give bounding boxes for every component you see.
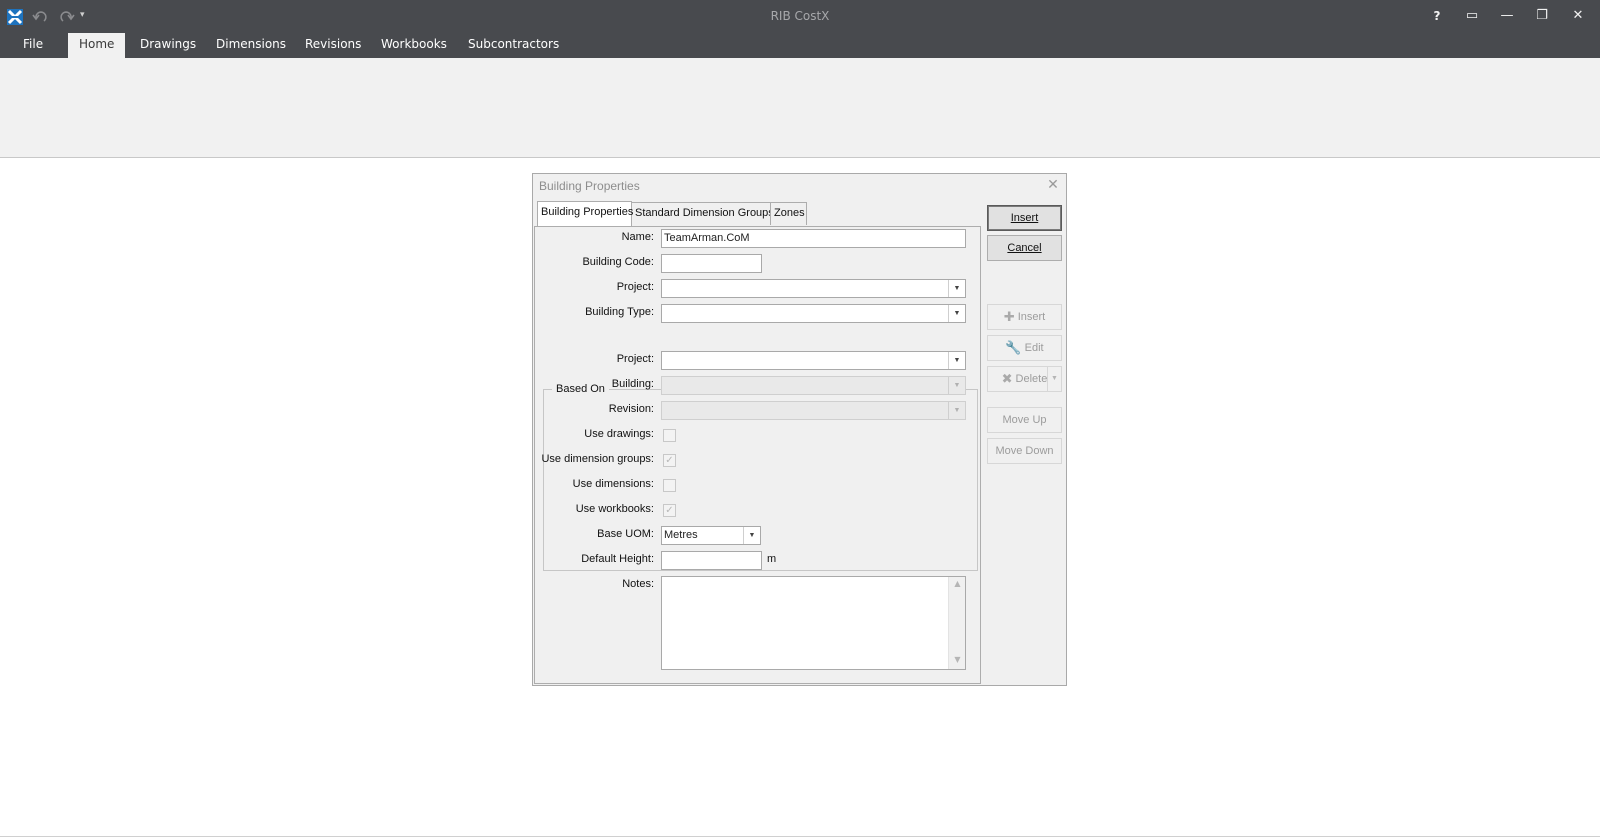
tab-subcontractors[interactable]: Subcontractors [457, 33, 570, 58]
plus-icon: ✚ [1003, 309, 1015, 324]
edit-label: Edit [1024, 342, 1044, 354]
tab-home[interactable]: Home [68, 33, 126, 58]
building-properties-dialog: Building Properties ✕ Building Propertie… [532, 173, 1067, 686]
based-on-project-combo[interactable]: ▼ [661, 351, 966, 370]
insert-button-label: Insert [1010, 212, 1039, 224]
chevron-down-icon[interactable]: ▼ [948, 352, 965, 369]
qat-dropdown-icon[interactable]: ▾ [80, 10, 90, 22]
base-uom-label: Base UOM: [597, 528, 654, 540]
tab-workbooks[interactable]: Workbooks [370, 33, 458, 58]
scroll-up-icon[interactable]: ▲ [949, 579, 966, 588]
status-divider [0, 836, 1600, 837]
chevron-down-icon[interactable]: ▼ [948, 280, 965, 297]
cancel-button-label: Cancel [1007, 242, 1042, 254]
based-on-building-combo: ▼ [661, 376, 966, 395]
dialog-title: Building Properties [539, 179, 640, 193]
delete-x-icon: ✖ [1001, 371, 1013, 386]
based-on-revision-combo: ▼ [661, 401, 966, 420]
based-on-project-label: Project: [616, 353, 654, 365]
project-combo[interactable]: ▼ [661, 279, 966, 298]
chevron-down-icon[interactable]: ▼ [743, 527, 760, 544]
default-height-label: Default Height: [581, 553, 654, 565]
use-dimensions-label: Use dimensions: [572, 478, 654, 490]
wrench-icon: 🔧 [1005, 340, 1022, 355]
app-title: RIB CostX [770, 9, 830, 23]
dialog-close-icon[interactable]: ✕ [1045, 177, 1061, 193]
close-icon[interactable]: ✕ [1563, 4, 1593, 28]
use-drawings-label: Use drawings: [584, 428, 654, 440]
insert-item-label: Insert [1017, 311, 1046, 323]
delete-button[interactable]: ✖ Delete ▼ [987, 366, 1062, 392]
use-workbooks-label: Use workbooks: [575, 503, 654, 515]
move-up-button[interactable]: Move Up [987, 407, 1062, 433]
tab-dimensions[interactable]: Dimensions [205, 33, 297, 58]
use-dimension-groups-checkbox[interactable]: ✓ [663, 454, 676, 467]
project-label: Project: [616, 281, 654, 293]
notes-label: Notes: [622, 578, 654, 590]
chevron-down-icon[interactable]: ▼ [1047, 367, 1061, 391]
building-properties-panel: Name: TeamArman.CoM Building Code: Proje… [534, 226, 981, 684]
default-height-field[interactable] [661, 551, 762, 570]
tab-revisions[interactable]: Revisions [294, 33, 372, 58]
redo-icon[interactable] [57, 10, 75, 24]
ribbon-tab-bar: File Home Drawings Dimensions Revisions … [0, 33, 1600, 58]
edit-button[interactable]: 🔧 Edit [987, 335, 1062, 361]
minimize-icon[interactable]: — [1492, 4, 1522, 28]
use-drawings-checkbox[interactable] [663, 429, 676, 442]
chevron-down-icon[interactable]: ▼ [948, 305, 965, 322]
tab-drawings[interactable]: Drawings [129, 33, 207, 58]
insert-button[interactable]: Insert [987, 205, 1062, 231]
tab-zones[interactable]: Zones [770, 202, 807, 225]
move-down-button[interactable]: Move Down [987, 438, 1062, 464]
ribbon-panel [0, 58, 1600, 158]
base-uom-combo[interactable]: Metres ▼ [661, 526, 761, 545]
use-dimension-groups-label: Use dimension groups: [541, 453, 654, 465]
tab-building-properties[interactable]: Building Properties [537, 201, 633, 226]
chevron-down-icon: ▼ [948, 402, 965, 419]
default-height-unit: m [767, 553, 777, 565]
tab-file[interactable]: File [12, 33, 54, 58]
use-workbooks-checkbox[interactable]: ✓ [663, 504, 676, 517]
use-dimensions-checkbox[interactable] [663, 479, 676, 492]
undo-icon[interactable] [32, 10, 50, 24]
delete-label: Delete [1015, 373, 1048, 385]
insert-item-button[interactable]: ✚ Insert [987, 304, 1062, 330]
tab-standard-dimension-groups[interactable]: Standard Dimension Groups [631, 202, 774, 225]
base-uom-value: Metres [664, 529, 698, 541]
cancel-button[interactable]: Cancel [987, 235, 1062, 261]
chevron-down-icon: ▼ [948, 377, 965, 394]
notes-textarea[interactable]: ▲ ▼ [661, 576, 966, 670]
restore-icon[interactable]: ❐ [1527, 4, 1557, 28]
title-bar: ▾ RIB CostX ? ▭ — ❐ ✕ [0, 0, 1600, 33]
based-on-building-label: Building: [611, 378, 654, 390]
building-type-combo[interactable]: ▼ [661, 304, 966, 323]
based-on-revision-label: Revision: [608, 403, 654, 415]
building-code-label: Building Code: [582, 256, 654, 268]
help-icon[interactable]: ? [1422, 4, 1452, 28]
notes-scrollbar[interactable]: ▲ ▼ [948, 577, 965, 669]
building-code-field[interactable] [661, 254, 762, 273]
building-type-label: Building Type: [585, 306, 654, 318]
name-field[interactable]: TeamArman.CoM [661, 229, 966, 248]
ribbon-display-options-icon[interactable]: ▭ [1457, 4, 1487, 28]
name-label: Name: [621, 231, 654, 243]
costx-logo-icon[interactable] [7, 9, 23, 25]
scroll-down-icon[interactable]: ▼ [949, 655, 966, 664]
